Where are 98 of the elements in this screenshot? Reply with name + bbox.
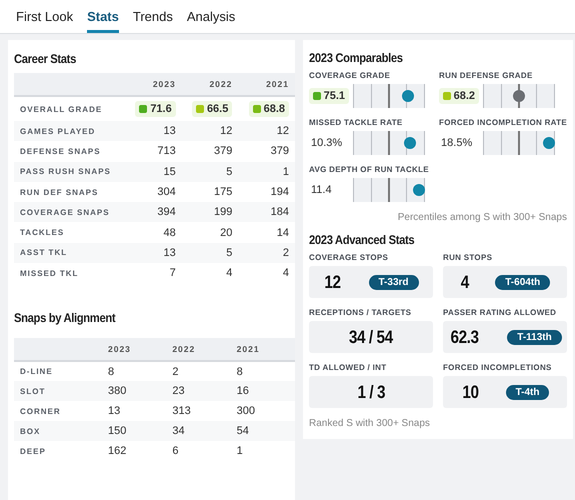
stat-value: 4 [460, 272, 469, 292]
row-label: TACKLES [14, 222, 126, 243]
grade-badge: 68.2 [439, 88, 480, 104]
table-cell: 34 [166, 421, 231, 442]
tab[interactable]: Trends [132, 0, 173, 33]
column-header: 2021 [230, 338, 295, 362]
column-header: 2022 [166, 338, 231, 362]
rank-badge: T-113th [507, 330, 562, 344]
metric-label: TD ALLOWED / INT [309, 363, 388, 372]
table-cell-text: 379 [270, 144, 290, 160]
table-cell-text: 162 [107, 444, 128, 460]
table-cell: 199 [182, 202, 238, 222]
table-cell-text: 1 [236, 444, 244, 460]
row-label: CORNER [14, 401, 102, 422]
metric-label: COVERAGE GRADE [309, 71, 392, 80]
rank-badge: T-33rd [368, 274, 419, 290]
table-cell: 12 [182, 121, 238, 142]
metric-label: AVG DEPTH OF RUN TACKLE [309, 165, 430, 174]
column-header: 2021 [238, 73, 295, 96]
rank-badge: T-4th [506, 384, 550, 400]
grade-badge: 75.1 [309, 88, 349, 104]
table-cell: 394 [125, 202, 182, 222]
row-label: DEEP [19, 446, 47, 458]
table-cell: 8 [102, 361, 166, 382]
row-label: D-LINE [14, 361, 102, 382]
stat-value: 10 [462, 382, 478, 402]
table-cell: 175 [182, 182, 238, 202]
row-label: SLOT [14, 381, 102, 402]
tab[interactable]: Analysis [186, 0, 236, 33]
metric-label: COVERAGE STOPS [309, 253, 390, 262]
table-cell: 1 [238, 162, 295, 182]
section-title: Snaps by Alignment [14, 311, 116, 326]
column-header: 2022 [182, 73, 238, 96]
table-cell: 2 [238, 242, 295, 264]
column-header: 2023 [102, 338, 166, 362]
table-cell: 20 [182, 222, 238, 243]
table-cell: 150 [102, 421, 166, 442]
metric-value: 11.4 [310, 184, 333, 196]
table-cell: 380 [102, 381, 166, 402]
table-cell: 300 [230, 401, 295, 422]
table-cell-text: 6 [171, 444, 180, 460]
metric-label: RUN STOPS [443, 253, 494, 262]
row-label: COVERAGE SNAPS [14, 202, 126, 222]
metric-label: RECEPTIONS / TARGETS [309, 308, 412, 317]
table-cell: 23 [166, 381, 231, 402]
metric-value: 18.5% [440, 137, 474, 149]
row-label: PASS RUSH SNAPS [14, 162, 126, 182]
grade-badge: 71.6 [135, 101, 176, 117]
table-cell: 16 [230, 381, 295, 402]
column-header: 2023 [125, 73, 182, 96]
row-label: RUN DEF SNAPS [14, 182, 126, 202]
tab[interactable]: Stats [87, 0, 119, 33]
table-cell: 14 [238, 222, 295, 243]
table-cell: 48 [125, 222, 182, 243]
row-label: ASST TKL [14, 242, 126, 264]
footnote: Ranked S with 300+ Snaps [309, 418, 431, 429]
grade-badge: 68.8 [248, 101, 289, 117]
row-label: OVERALL GRADE [14, 96, 126, 121]
table-cell: 13 [102, 401, 166, 422]
table-cell: 4 [182, 263, 238, 284]
table-cell: 5 [182, 162, 238, 182]
tab[interactable]: First Look [16, 0, 74, 33]
grade-badge: 66.5 [192, 101, 232, 117]
table-cell: 304 [125, 182, 182, 202]
metric-value: 10.3% [310, 137, 344, 149]
stat-value: 1 / 3 [357, 382, 385, 402]
metric-label: FORCED INCOMPLETIONS [443, 363, 553, 372]
table-cell: 15 [125, 162, 182, 182]
table-cell: 8 [230, 361, 295, 382]
section-title: 2023 Comparables [309, 51, 404, 65]
row-label: BOX [14, 421, 102, 442]
stat-value: 34 / 54 [349, 326, 393, 348]
table-cell: 5 [182, 242, 238, 264]
stat-value: 12 [324, 272, 342, 292]
row-label: GAMES PLAYED [14, 121, 126, 142]
table-cell: 13 [125, 121, 182, 142]
table-cell: 7 [125, 263, 182, 284]
table-cell: 2 [166, 361, 231, 382]
table-cell: 13 [125, 242, 182, 264]
row-label: DEFENSE SNAPS [19, 146, 102, 158]
table-cell-text: 713 [156, 144, 177, 160]
table-cell: 54 [230, 421, 295, 442]
table-cell: 313 [166, 401, 231, 422]
metric-label: RUN DEFENSE GRADE [439, 71, 534, 80]
stat-value: 62.3 [450, 326, 479, 348]
metric-label: PASSER RATING ALLOWED [443, 308, 558, 317]
footnote: Percentiles among S with 300+ Snaps [396, 212, 567, 223]
table-cell: 184 [238, 202, 295, 222]
section-title: Career Stats [14, 52, 77, 66]
rank-badge: T-604th [495, 274, 550, 290]
table-cell: 194 [238, 182, 295, 202]
table-cell: 12 [238, 121, 295, 142]
table-cell-text: 379 [213, 144, 234, 160]
row-label: MISSED TKL [14, 263, 126, 284]
section-title: 2023 Advanced Stats [309, 233, 416, 247]
metric-label: MISSED TACKLE RATE [309, 118, 404, 127]
metric-label: FORCED INCOMPLETION RATE [439, 118, 567, 127]
table-cell: 4 [238, 263, 295, 284]
